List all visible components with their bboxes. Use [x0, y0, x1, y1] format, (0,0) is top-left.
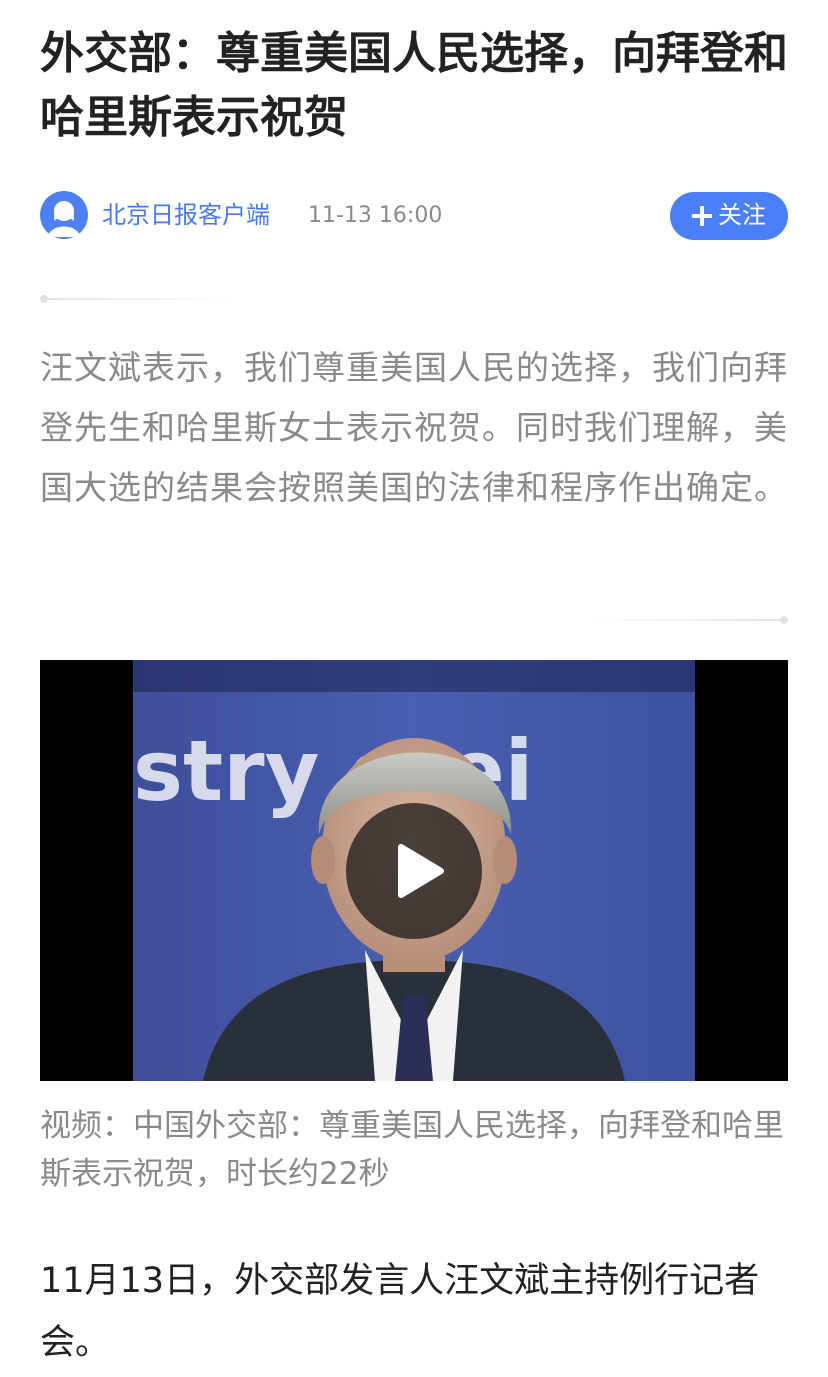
avatar-silhouette — [48, 201, 80, 237]
play-icon — [398, 844, 444, 898]
article-title: 外交部：尊重美国人民选择，向拜登和哈里斯表示祝贺 — [40, 28, 788, 143]
follow-button-label: 关注 — [718, 202, 766, 229]
article-summary: 汪文斌表示，我们尊重美国人民的选择，我们向拜登先生和哈里斯女士表示祝贺。同时我们… — [40, 348, 788, 507]
quote-divider-bottom — [590, 615, 788, 625]
plus-icon — [692, 206, 712, 226]
play-button[interactable] — [346, 803, 482, 939]
article-page: 外交部：尊重美国人民选择，向拜登和哈里斯表示祝贺 北京日报客户端 11-13 1… — [0, 0, 828, 1377]
source-name[interactable]: 北京日报客户端 — [102, 200, 270, 230]
user-avatar-icon[interactable] — [40, 191, 88, 239]
quote-divider-top — [40, 294, 240, 304]
author-row: 北京日报客户端 11-13 16:00 关注 — [40, 190, 788, 240]
publish-time: 11-13 16:00 — [308, 203, 443, 228]
follow-button[interactable]: 关注 — [670, 192, 788, 240]
video-caption: 视频：中国外交部：尊重美国人民选择，向拜登和哈里斯表示祝贺，时长约22秒 — [40, 1108, 784, 1192]
video-player[interactable]: stry orei — [40, 660, 788, 1081]
article-body-paragraph: 11月13日，外交部发言人汪文斌主持例行记者会。 — [40, 1261, 760, 1363]
